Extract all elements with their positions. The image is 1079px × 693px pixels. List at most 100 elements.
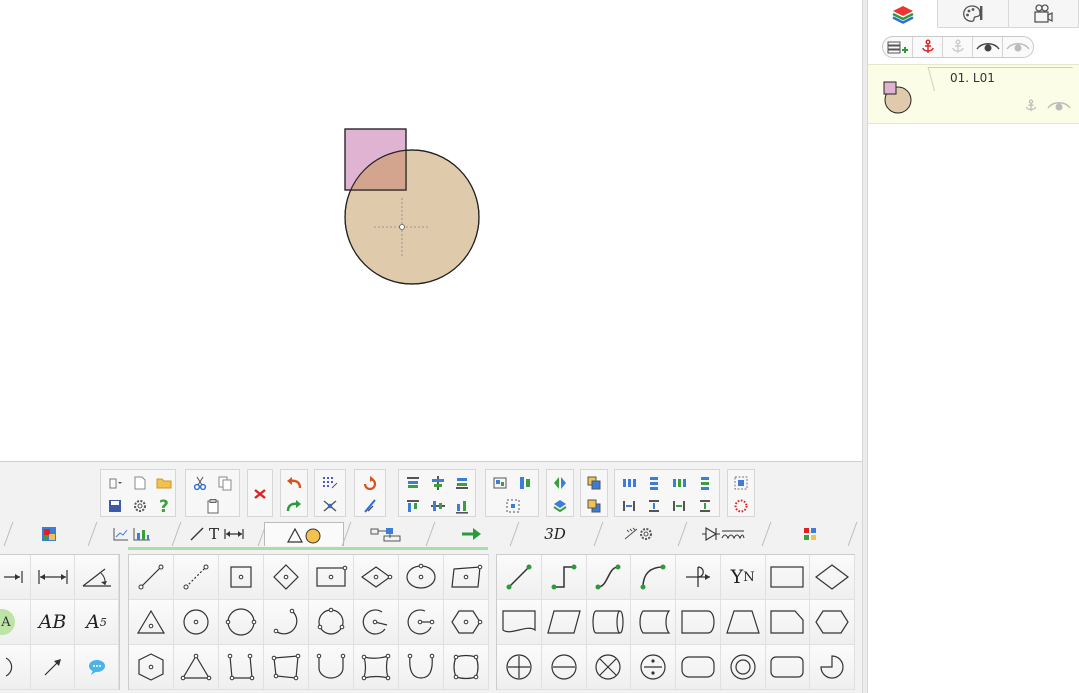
target-tool[interactable] — [720, 645, 766, 690]
dim-arrow-tool[interactable] — [0, 555, 31, 600]
equal-height-button[interactable] — [643, 495, 665, 517]
rectangle-tool[interactable] — [309, 555, 354, 600]
yn-decision-tool[interactable]: YN — [720, 555, 766, 600]
document-tool[interactable] — [497, 600, 542, 645]
summing-junction-tool[interactable] — [497, 645, 542, 690]
stack-button[interactable] — [549, 495, 571, 517]
process-tool[interactable] — [765, 555, 811, 600]
undo-button[interactable] — [283, 472, 305, 494]
align-right-button[interactable] — [451, 495, 473, 517]
anchor-disabled-button[interactable] — [943, 37, 973, 57]
triangle-points-tool[interactable] — [174, 645, 219, 690]
text-ab-tool[interactable]: AB — [31, 600, 75, 645]
preparation-tool[interactable] — [810, 600, 855, 645]
or-junction-tool[interactable] — [586, 645, 632, 690]
circle-two-points-tool[interactable] — [219, 600, 264, 645]
tab-misc[interactable] — [768, 522, 852, 546]
triangle-tool[interactable] — [129, 600, 174, 645]
tab-charts[interactable] — [94, 522, 172, 546]
minus-junction-tool[interactable] — [541, 645, 587, 690]
align-center-button[interactable] — [427, 495, 449, 517]
mirror-button[interactable] — [549, 472, 571, 494]
grid-button[interactable] — [319, 472, 341, 494]
open-curve-tool[interactable] — [399, 645, 444, 690]
tab-arrows[interactable] — [432, 522, 510, 546]
parallelogram-tool[interactable] — [444, 555, 489, 600]
equal-width-button[interactable] — [618, 495, 640, 517]
dim-linear-tool[interactable] — [31, 555, 75, 600]
add-layer-button[interactable] — [883, 37, 913, 57]
distribute-v-button[interactable] — [643, 472, 665, 494]
rounded-process-tool[interactable] — [676, 600, 721, 645]
align-top-button[interactable] — [402, 472, 424, 494]
divide-junction-tool[interactable] — [631, 645, 676, 690]
connector-arc-tool[interactable] — [631, 555, 676, 600]
align-left-button[interactable] — [402, 495, 424, 517]
terminal-tool[interactable] — [676, 645, 721, 690]
delete-button[interactable] — [249, 483, 271, 505]
help-button[interactable]: ? — [153, 495, 175, 517]
radial-button[interactable] — [730, 495, 752, 517]
data-tool[interactable] — [541, 600, 587, 645]
new-button[interactable] — [129, 472, 151, 494]
display-tool[interactable] — [765, 600, 811, 645]
tab-shapes[interactable] — [264, 522, 344, 546]
hide-layer-button[interactable] — [1003, 37, 1033, 57]
space-v-button[interactable] — [694, 472, 716, 494]
dashed-segment-tool[interactable] — [174, 555, 219, 600]
hexagon-center-tool[interactable] — [444, 600, 489, 645]
equal-spacing-button[interactable] — [694, 495, 716, 517]
tab-styles[interactable] — [938, 0, 1009, 28]
circle-center-tool[interactable] — [174, 600, 219, 645]
save-button[interactable] — [104, 495, 126, 517]
layer-eye-icon[interactable] — [1046, 99, 1072, 113]
select-all-button[interactable] — [502, 495, 524, 517]
curved-rect-tool[interactable] — [354, 645, 399, 690]
send-back-button[interactable] — [583, 495, 605, 517]
connector-straight-tool[interactable] — [497, 555, 542, 600]
layer-name[interactable]: 01. L01 — [950, 71, 995, 85]
tab-lines-text[interactable]: T — [178, 522, 256, 546]
ungroup-button[interactable] — [514, 472, 536, 494]
decision-tool[interactable] — [810, 555, 855, 600]
text-subscript-tool[interactable]: A5 — [75, 600, 119, 645]
diamond-tool[interactable] — [264, 555, 309, 600]
square-center-tool[interactable] — [219, 555, 264, 600]
closed-curve-tool[interactable] — [444, 645, 489, 690]
arc-sector-tool[interactable] — [399, 600, 444, 645]
bring-front-button[interactable] — [583, 472, 605, 494]
tab-3d[interactable]: 3D — [516, 522, 594, 546]
settings-button[interactable] — [129, 495, 151, 517]
arc-tool[interactable] — [0, 645, 31, 690]
tab-mechanical[interactable] — [600, 522, 678, 546]
redo-button[interactable] — [283, 495, 305, 517]
storage-tool[interactable] — [586, 600, 632, 645]
anchor-button[interactable] — [913, 37, 943, 57]
sector-tool[interactable] — [354, 600, 399, 645]
tab-flowchart[interactable] — [348, 522, 426, 546]
flip-button[interactable] — [359, 495, 381, 517]
quarter-tool[interactable] — [810, 645, 855, 690]
group-button[interactable] — [489, 472, 511, 494]
junction-tool[interactable] — [676, 555, 721, 600]
rounded-rectangle-tool[interactable] — [765, 645, 811, 690]
manual-operation-tool[interactable] — [720, 600, 766, 645]
new-menu-button[interactable] — [104, 472, 126, 494]
tab-layers[interactable] — [868, 0, 939, 28]
space-h-button[interactable] — [668, 472, 690, 494]
equal-size-button[interactable] — [668, 495, 690, 517]
align-middle-button[interactable] — [427, 472, 449, 494]
arc-three-points-tool[interactable] — [264, 600, 309, 645]
align-bottom-button[interactable] — [451, 472, 473, 494]
tab-animation[interactable] — [1008, 0, 1079, 28]
ellipse-tool[interactable] — [399, 555, 444, 600]
rhombus-tool[interactable] — [354, 555, 399, 600]
segment-tool[interactable] — [129, 555, 174, 600]
drawing-canvas[interactable] — [0, 0, 862, 461]
open-button[interactable] — [153, 472, 175, 494]
distribute-h-button[interactable] — [618, 472, 640, 494]
layer-row[interactable]: 01. L01 — [868, 64, 1079, 124]
show-layer-button[interactable] — [973, 37, 1003, 57]
connector-elbow-tool[interactable] — [541, 555, 587, 600]
tab-electrical[interactable] — [684, 522, 762, 546]
